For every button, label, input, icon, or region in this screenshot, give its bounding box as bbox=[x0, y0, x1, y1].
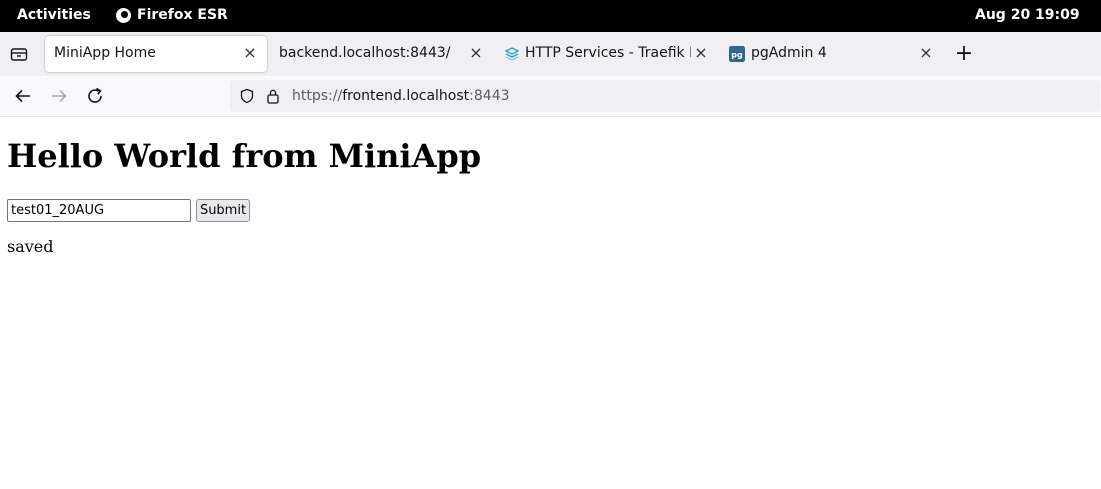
tab-title: pgAdmin 4 bbox=[751, 45, 827, 61]
status-text: saved bbox=[7, 237, 54, 256]
pgadmin-icon: pg bbox=[729, 46, 745, 62]
svg-text:pg: pg bbox=[731, 50, 743, 59]
url-host: frontend.localhost bbox=[342, 88, 470, 104]
app-name: Firefox ESR bbox=[137, 7, 228, 23]
close-tab-icon[interactable]: × bbox=[692, 44, 710, 62]
forward-icon[interactable] bbox=[48, 85, 70, 107]
gnome-top-bar: Activities Firefox ESR Aug 20 19:09 bbox=[0, 0, 1101, 32]
close-tab-icon[interactable]: × bbox=[917, 44, 935, 62]
reload-icon[interactable] bbox=[84, 85, 106, 107]
lock-icon[interactable] bbox=[266, 88, 280, 104]
text-input[interactable] bbox=[7, 199, 191, 222]
tab-pgadmin[interactable]: pg pgAdmin 4 × bbox=[720, 36, 942, 72]
page-content: Hello World from MiniApp Submit saved bbox=[0, 117, 1101, 489]
tab-miniapp-home[interactable]: MiniApp Home × bbox=[45, 36, 267, 72]
firefox-icon bbox=[116, 7, 131, 23]
tab-strip: MiniApp Home × backend.localhost:8443/ ×… bbox=[0, 32, 1101, 76]
address-bar[interactable]: https://frontend.localhost:8443 bbox=[230, 80, 1100, 112]
url-port: :8443 bbox=[469, 88, 510, 104]
back-icon[interactable] bbox=[12, 85, 34, 107]
url-text: https://frontend.localhost:8443 bbox=[292, 88, 510, 104]
clock[interactable]: Aug 20 19:09 bbox=[975, 7, 1080, 23]
tab-backend[interactable]: backend.localhost:8443/ × bbox=[270, 36, 492, 72]
url-scheme: https:// bbox=[292, 88, 343, 104]
submit-button[interactable]: Submit bbox=[196, 199, 250, 222]
page-heading: Hello World from MiniApp bbox=[7, 137, 482, 175]
tab-title: HTTP Services - Traefik Proxy bbox=[525, 45, 691, 61]
tab-title: backend.localhost:8443/ bbox=[279, 45, 451, 61]
tracking-protection-icon[interactable] bbox=[239, 88, 255, 104]
close-tab-icon[interactable]: × bbox=[467, 44, 485, 62]
new-tab-button[interactable]: + bbox=[954, 40, 974, 68]
list-all-tabs-icon[interactable] bbox=[10, 46, 28, 62]
traefik-icon bbox=[505, 47, 519, 61]
app-menu[interactable]: Firefox ESR bbox=[116, 7, 228, 23]
activities-button[interactable]: Activities bbox=[17, 7, 91, 23]
tab-title: MiniApp Home bbox=[54, 45, 156, 61]
navigation-bar: https://frontend.localhost:8443 bbox=[0, 76, 1101, 117]
tab-traefik[interactable]: HTTP Services - Traefik Proxy × bbox=[496, 36, 718, 72]
close-tab-icon[interactable]: × bbox=[241, 44, 259, 62]
